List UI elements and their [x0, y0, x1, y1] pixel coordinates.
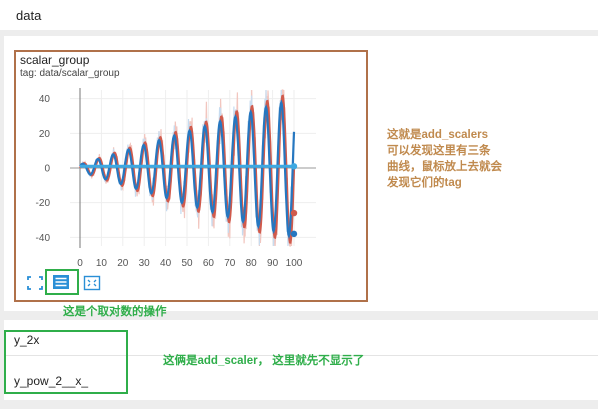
scalers-annotation-line: 发现它们的tag	[387, 177, 462, 189]
series-end-marker	[290, 209, 298, 217]
scalers-annotation: 这就是add_scalers 可以发现这里有三条 曲线，鼠标放上去就会 发现它们…	[387, 127, 502, 191]
scalers-annotation-line: 这就是add_scalers	[387, 129, 488, 141]
y-tick-label: 40	[39, 94, 51, 105]
x-tick-label: 0	[77, 258, 83, 269]
x-tick-label: 70	[224, 258, 236, 269]
x-tick-label: 60	[203, 258, 215, 269]
scalers-annotation-line: 曲线，鼠标放上去就会	[387, 161, 502, 173]
y-axis-ticks: 40 20 0 -20 -40	[36, 94, 51, 244]
series-end-marker	[290, 230, 298, 238]
log-annotation: 这是个取对数的操作	[63, 306, 167, 318]
series-end-marker	[290, 163, 298, 170]
scalar-annotation: 这俩是add_scaler， 这里就先不显示了	[163, 355, 365, 367]
scalar-runs-highlight	[4, 330, 128, 394]
x-tick-label: 10	[96, 258, 108, 269]
log-button-highlight	[45, 269, 79, 295]
x-tick-label: 80	[246, 258, 258, 269]
x-tick-label: 100	[286, 258, 303, 269]
x-tick-label: 50	[181, 258, 193, 269]
y-tick-label: 20	[39, 129, 51, 140]
x-tick-label: 90	[267, 258, 279, 269]
y-tick-label: 0	[44, 164, 50, 175]
x-axis-ticks: 0 10 20 30 40 50 60 70 80 90 100	[77, 258, 303, 269]
expand-icon[interactable]	[26, 275, 44, 291]
x-tick-label: 20	[117, 258, 129, 269]
x-tick-label: 30	[139, 258, 151, 269]
y-tick-label: -20	[36, 198, 51, 209]
x-tick-label: 40	[160, 258, 172, 269]
scalers-annotation-line: 可以发现这里有三条	[387, 145, 491, 157]
fit-domain-icon[interactable]	[83, 275, 101, 291]
y-tick-label: -40	[36, 233, 51, 244]
